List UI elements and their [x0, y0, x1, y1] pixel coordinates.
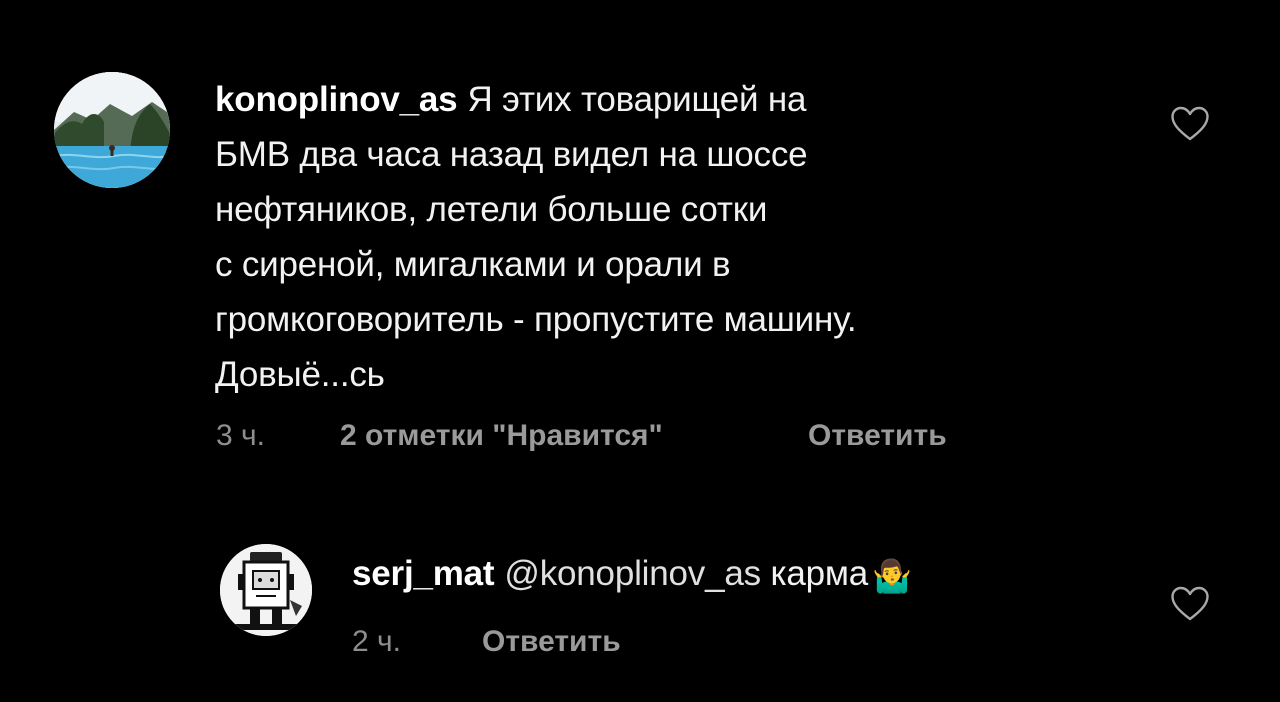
reply-button[interactable]: Ответить — [808, 418, 947, 454]
comment-line: с сиреной, мигалками и орали в — [215, 245, 731, 284]
comment-line: konoplinov_as Я этих товарищей на — [215, 72, 1115, 127]
timestamp: 3 ч. — [216, 419, 265, 452]
avatar[interactable] — [220, 544, 312, 636]
avatar-robot-drawing — [220, 544, 312, 636]
reply-meta: 2 ч. Ответить — [352, 624, 621, 660]
heart-icon[interactable] — [1170, 586, 1210, 622]
mention-link[interactable]: @konoplinov_as — [504, 554, 761, 593]
heart-icon[interactable] — [1170, 106, 1210, 142]
comment-line: БМВ два часа назад видел на шоссе — [215, 135, 808, 174]
avatar-pool-photo — [54, 72, 170, 188]
comment-line: нефтяников, летели больше сотки — [215, 190, 768, 229]
comment-text: konoplinov_as Я этих товарищей на БМВ два… — [215, 72, 1115, 402]
shrug-emoji: 🤷‍♂️ — [871, 558, 912, 594]
comment-line-text: Я этих товарищей на — [467, 80, 807, 119]
username[interactable]: serj_mat — [352, 554, 495, 593]
reply-message: карма — [770, 554, 868, 593]
avatar[interactable] — [54, 72, 170, 188]
comment-konoplinov: konoplinov_as Я этих товарищей на БМВ два… — [0, 0, 1280, 470]
likes-count-link[interactable]: 2 отметки "Нравится" — [340, 418, 808, 454]
comment-line: громкоговоритель - пропустите машину. — [215, 300, 857, 339]
username[interactable]: konoplinov_as — [215, 80, 458, 119]
comment-line: Довыё...сь — [215, 355, 385, 394]
timestamp: 2 ч. — [352, 625, 401, 658]
reply-text: serj_mat @konoplinov_as карма 🤷‍♂️ — [352, 546, 1112, 604]
reply-button[interactable]: Ответить — [482, 624, 621, 660]
comment-meta: 3 ч. 2 отметки "Нравится" Ответить — [216, 418, 947, 454]
